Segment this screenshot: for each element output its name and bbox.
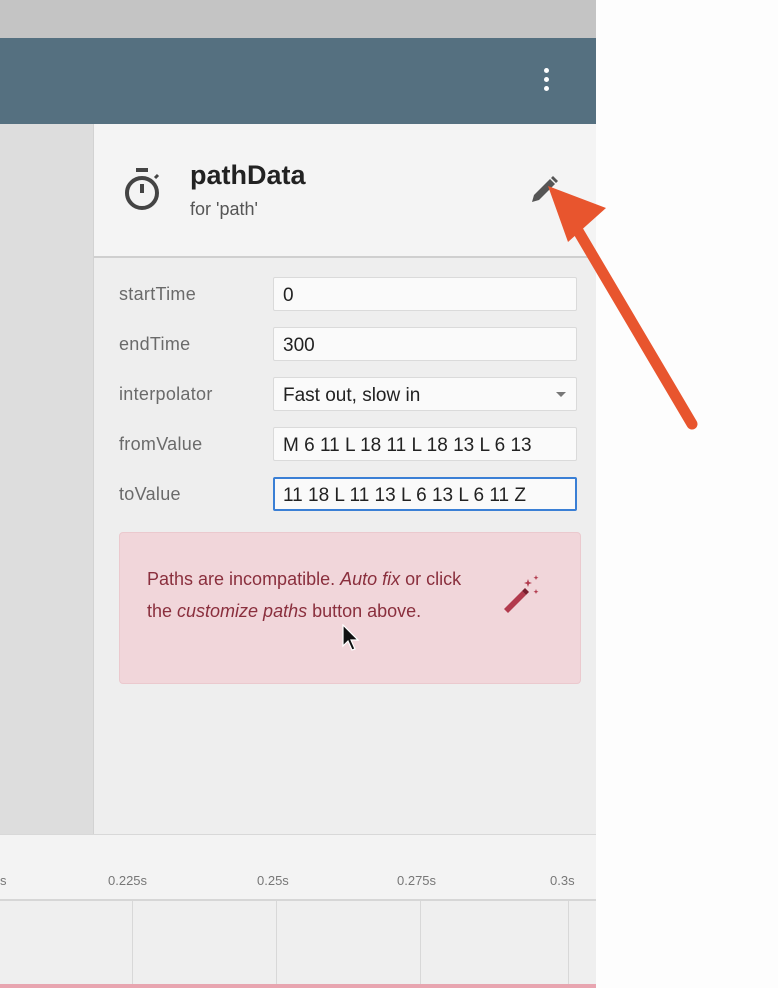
animation-title: pathData <box>190 160 306 190</box>
alert-message: Paths are incompatible. Auto fix or clic… <box>147 563 477 627</box>
timeline-ruler[interactable]: s 0.225s 0.25s 0.275s 0.3s <box>0 835 596 901</box>
property-row-starttime: startTime 0 <box>94 274 596 312</box>
tick-label: 0.275s <box>397 873 437 888</box>
tick-label: s <box>0 873 7 888</box>
auto-fix-link[interactable]: Auto fix <box>340 569 400 589</box>
stopwatch-icon <box>125 168 160 210</box>
animation-subtitle: for 'path' <box>190 199 258 219</box>
customize-paths-link: customize paths <box>177 601 308 621</box>
magic-wand-icon[interactable] <box>498 573 542 617</box>
property-label: fromValue <box>119 434 203 454</box>
fromvalue-input[interactable]: M 6 11 L 18 11 L 18 13 L 6 13 <box>273 427 577 461</box>
starttime-input[interactable]: 0 <box>273 277 577 311</box>
endtime-input[interactable]: 300 <box>273 327 577 361</box>
app-window: pathData for 'path' startTime 0 endTime … <box>0 0 596 988</box>
tick-label: 0.25s <box>257 873 289 888</box>
property-row-interpolator: interpolator Fast out, slow in <box>94 374 596 412</box>
property-label: interpolator <box>119 384 213 404</box>
canvas-area <box>0 124 93 834</box>
tovalue-input[interactable]: 11 18 L 11 13 L 6 13 L 6 11 Z <box>273 477 577 511</box>
tick-label: 0.3s <box>550 873 575 888</box>
property-row-fromvalue: fromValue M 6 11 L 18 11 L 18 13 L 6 13 <box>94 424 596 462</box>
tick-label: 0.225s <box>108 873 148 888</box>
window-top-strip <box>0 0 596 38</box>
property-label: startTime <box>119 284 197 304</box>
inspector-header: pathData for 'path' <box>94 124 596 258</box>
timeline-panel: s 0.225s 0.25s 0.275s 0.3s <box>0 834 596 988</box>
alert-text-part: button above. <box>307 601 422 621</box>
mouse-cursor-icon <box>342 624 360 651</box>
alert-text-part: Paths are incompatible. <box>147 569 341 589</box>
property-label: toValue <box>119 484 181 504</box>
timeline-gridline <box>276 901 277 988</box>
property-inspector: pathData for 'path' startTime 0 endTime … <box>93 124 596 834</box>
property-row-endtime: endTime 300 <box>94 324 596 362</box>
app-toolbar <box>0 38 596 124</box>
interpolator-select[interactable]: Fast out, slow in <box>273 377 577 411</box>
animation-track-bar[interactable] <box>0 984 596 988</box>
property-label: endTime <box>119 334 191 354</box>
timeline-gridline <box>568 901 569 988</box>
annotation-arrow <box>548 186 698 430</box>
more-vert-icon[interactable] <box>536 64 556 96</box>
property-row-tovalue: toValue 11 18 L 11 13 L 6 13 L 6 11 Z <box>94 474 596 512</box>
timeline-gridline <box>132 901 133 988</box>
interpolator-value: Fast out, slow in <box>283 385 421 406</box>
incompatible-paths-alert: Paths are incompatible. Auto fix or clic… <box>119 532 581 684</box>
timeline-gridline <box>420 901 421 988</box>
